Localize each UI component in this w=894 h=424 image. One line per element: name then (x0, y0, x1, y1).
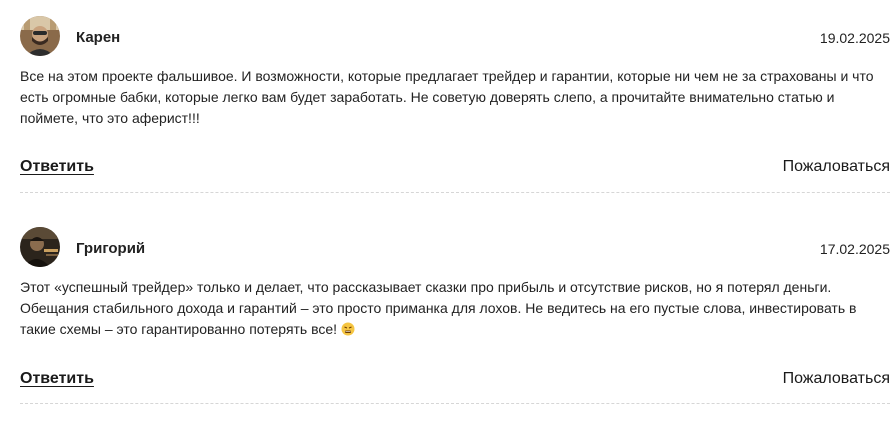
comment-actions: Ответить Пожаловаться (20, 158, 890, 182)
report-link[interactable]: Пожаловаться (783, 158, 890, 176)
comment-date: 17.02.2025 (819, 241, 890, 257)
comment-date: 19.02.2025 (819, 30, 890, 46)
comment-text: Все на этом проекте фальшивое. И возможн… (20, 68, 874, 126)
comment-item: Григорий 17.02.2025 Этот «успешный трейд… (20, 227, 890, 404)
comment-text: Этот «успешный трейдер» только и делает,… (20, 277, 890, 340)
reply-link[interactable]: Ответить (20, 158, 94, 176)
comment-header: Карен 19.02.2025 (20, 16, 890, 60)
report-link[interactable]: Пожаловаться (783, 370, 890, 388)
comment-author: Карен (76, 29, 121, 46)
comments-list: Карен 19.02.2025 Все на этом проекте фал… (0, 0, 894, 424)
comment-actions: Ответить Пожаловаться (20, 370, 890, 394)
divider (20, 403, 890, 404)
comment-author: Григорий (76, 240, 146, 257)
comment-item: Карен 19.02.2025 Все на этом проекте фал… (20, 16, 890, 193)
reply-link[interactable]: Ответить (20, 370, 94, 388)
avatar (20, 227, 60, 267)
comment-header: Григорий 17.02.2025 (20, 227, 890, 271)
avatar (20, 16, 60, 56)
angry-face-emoji-icon (341, 321, 355, 336)
comment-text-body: Этот «успешный трейдер» только и делает,… (20, 279, 857, 337)
divider (20, 192, 890, 193)
